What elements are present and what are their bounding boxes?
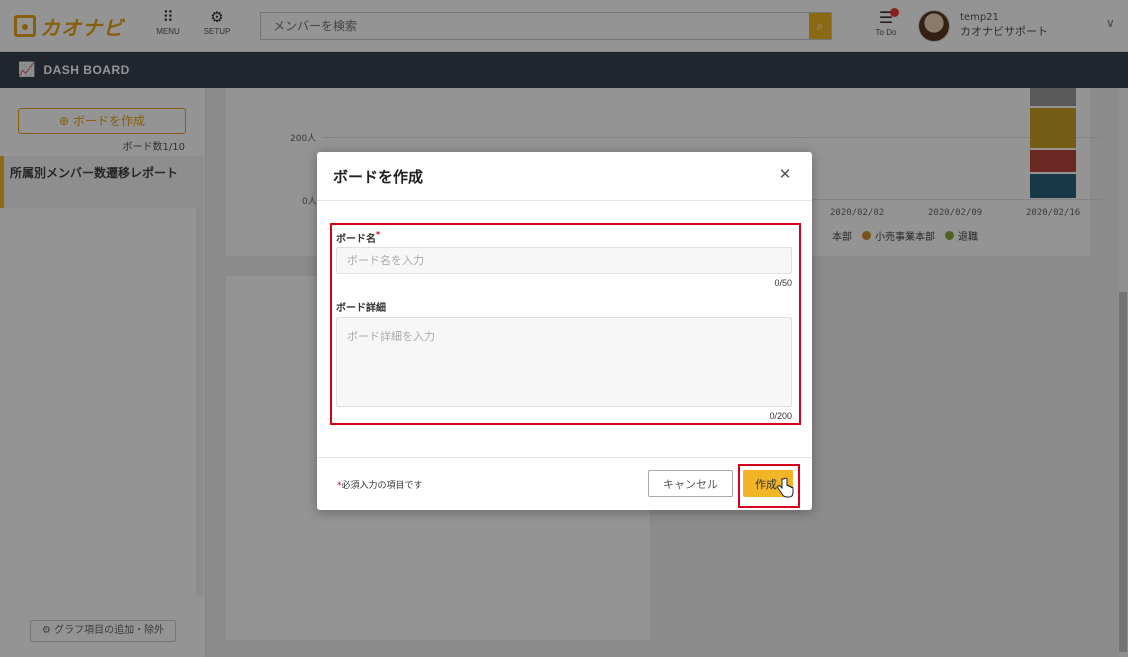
required-note: *必須入力の項目です — [337, 478, 423, 491]
hand-cursor-icon — [777, 477, 794, 498]
divider — [317, 200, 812, 201]
form-highlight — [330, 223, 801, 425]
create-board-dialog: ボードを作成 ✕ ボード名* 0/50 ボード詳細 0/200 *必須入力の項目… — [317, 152, 812, 510]
cancel-button[interactable]: キャンセル — [648, 470, 733, 497]
close-icon[interactable]: ✕ — [777, 166, 793, 182]
divider — [317, 457, 812, 458]
required-note-text: 必須入力の項目です — [341, 481, 423, 491]
dialog-title: ボードを作成 — [333, 168, 424, 186]
